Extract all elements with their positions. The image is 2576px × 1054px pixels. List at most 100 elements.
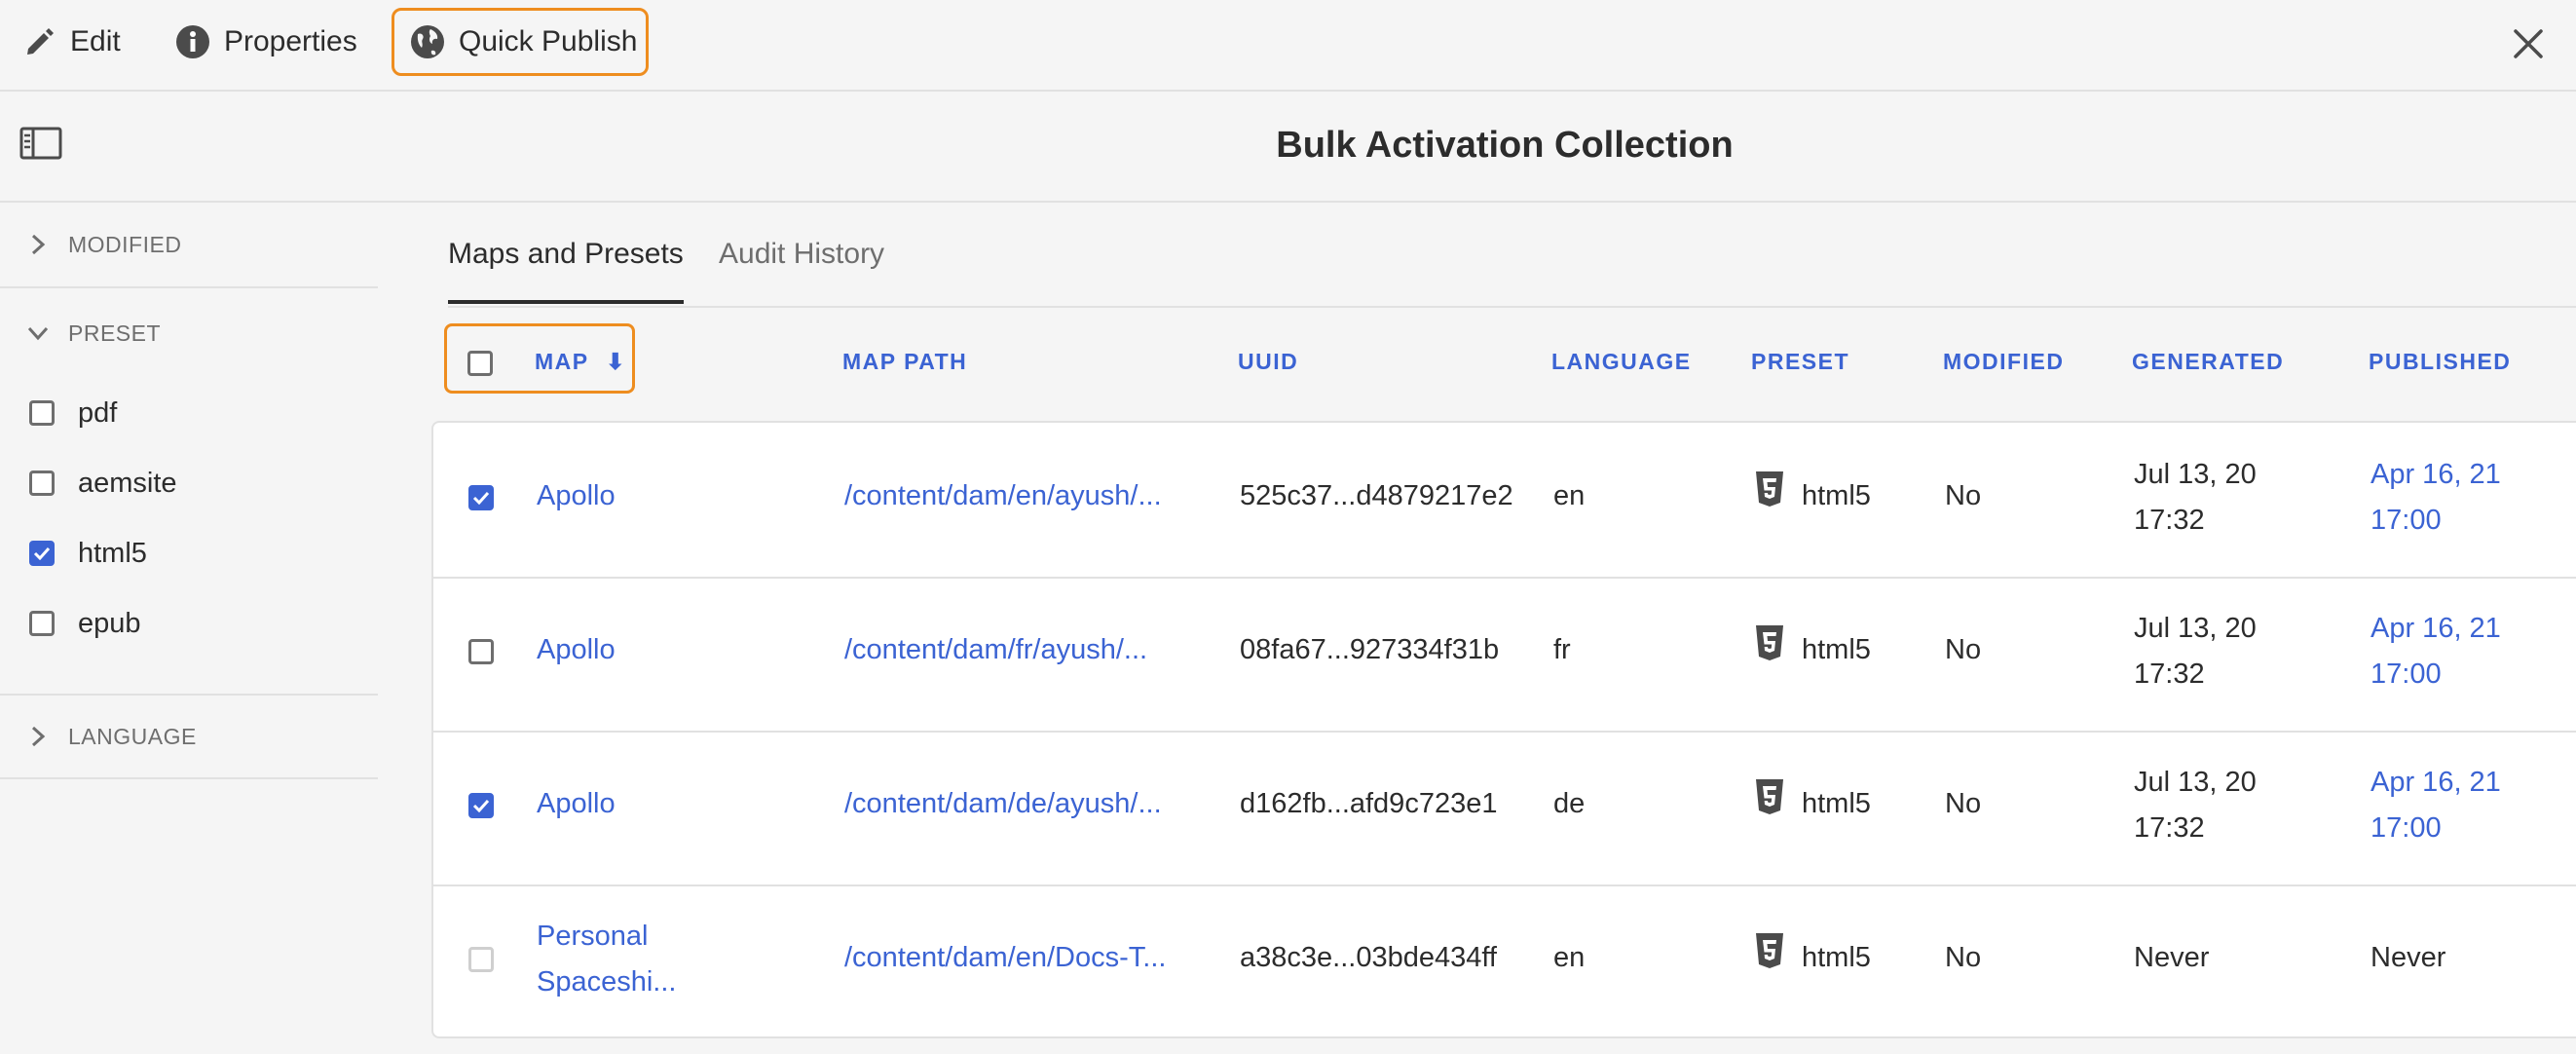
select-all-checkbox[interactable] bbox=[467, 351, 493, 376]
generated-time: 17:32 bbox=[2134, 505, 2205, 536]
filter-option-aemsite[interactable]: aemsite bbox=[29, 459, 177, 508]
filter-section-preset[interactable]: PRESET bbox=[0, 290, 378, 376]
table-header: MAP ⬇ MAP PATH UUID LANGUAGE PRESET MODI… bbox=[432, 308, 2576, 421]
html5-icon bbox=[1756, 625, 1783, 660]
filter-rail: MODIFIED PRESET pdf aemsite html5 epub L… bbox=[0, 203, 378, 1054]
filter-section-language[interactable]: LANGUAGE bbox=[0, 694, 378, 779]
checkmark-icon bbox=[472, 491, 490, 505]
map-title-link[interactable]: Personal Spaceshi... bbox=[537, 914, 676, 1005]
close-icon bbox=[2514, 29, 2543, 58]
column-header-map-path[interactable]: MAP PATH bbox=[842, 349, 967, 375]
language-value: en bbox=[1553, 480, 1586, 511]
uuid-value: d162fb...afd9c723e1 bbox=[1240, 788, 1498, 819]
modified-value: No bbox=[1945, 634, 1982, 665]
title-bar: Bulk Activation Collection bbox=[0, 92, 2576, 203]
published-link[interactable]: Apr 16, 21 17:00 bbox=[2371, 606, 2501, 697]
toggle-side-panel-button[interactable] bbox=[19, 127, 62, 162]
published-time: 17:00 bbox=[2371, 659, 2442, 690]
filter-option-label: html5 bbox=[78, 537, 147, 569]
globe-icon bbox=[408, 22, 447, 61]
map-title-link[interactable]: Apollo bbox=[537, 480, 616, 512]
published-link[interactable]: Apr 16, 21 17:00 bbox=[2371, 452, 2501, 544]
generated-value: Jul 13, 20 17:32 bbox=[2134, 760, 2257, 851]
filter-option-epub[interactable]: epub bbox=[29, 599, 141, 648]
filter-section-label: PRESET bbox=[68, 320, 162, 346]
modified-value: No bbox=[1945, 788, 1982, 819]
modified-value: No bbox=[1945, 942, 1982, 973]
preset-value: html5 bbox=[1802, 480, 1871, 511]
modified-value: No bbox=[1945, 480, 1982, 511]
column-header-generated[interactable]: GENERATED bbox=[2132, 349, 2284, 375]
row-checkbox-checked[interactable] bbox=[468, 793, 494, 818]
published-link[interactable]: Apr 16, 21 17:00 bbox=[2371, 760, 2501, 851]
uuid-value: a38c3e...03bde434ff bbox=[1240, 942, 1497, 973]
pencil-icon bbox=[19, 22, 58, 61]
side-panel-icon bbox=[19, 127, 62, 160]
table-row[interactable]: Apollo /content/dam/de/ayush/... d162fb.… bbox=[433, 731, 2576, 886]
table-row[interactable]: Personal Spaceshi... /content/dam/en/Doc… bbox=[433, 885, 2576, 1038]
map-path-link[interactable]: /content/dam/de/ayush/... bbox=[844, 788, 1162, 820]
uuid-value: 08fa67...927334f31b bbox=[1240, 634, 1500, 665]
column-header-preset[interactable]: PRESET bbox=[1751, 349, 1849, 375]
map-title-link[interactable]: Apollo bbox=[537, 788, 616, 820]
filter-section-modified[interactable]: MODIFIED bbox=[0, 203, 378, 288]
column-header-uuid[interactable]: UUID bbox=[1238, 349, 1298, 375]
properties-button[interactable]: Properties bbox=[173, 8, 357, 76]
published-value: Never bbox=[2371, 942, 2446, 973]
chevron-down-icon bbox=[23, 319, 53, 348]
table-body: Apollo /content/dam/en/ayush/... 525c37.… bbox=[431, 421, 2576, 1038]
checkbox-checked[interactable] bbox=[29, 541, 55, 566]
published-time: 17:00 bbox=[2371, 812, 2442, 844]
quick-publish-button[interactable]: Quick Publish bbox=[392, 8, 649, 76]
table-row[interactable]: Apollo /content/dam/en/ayush/... 525c37.… bbox=[433, 423, 2576, 579]
column-header-label: MAP bbox=[535, 349, 589, 374]
tab-maps-and-presets[interactable]: Maps and Presets bbox=[448, 238, 684, 304]
published-time: 17:00 bbox=[2371, 505, 2442, 536]
filter-option-html5[interactable]: html5 bbox=[29, 529, 147, 578]
column-header-map[interactable]: MAP ⬇ bbox=[535, 349, 626, 375]
action-bar: Edit Properties Quick Publish bbox=[0, 0, 2576, 92]
checkmark-icon bbox=[472, 799, 490, 812]
edit-button[interactable]: Edit bbox=[19, 8, 121, 76]
generated-value: Never bbox=[2134, 942, 2210, 973]
filter-section-label: MODIFIED bbox=[68, 231, 182, 257]
published-date: Apr 16, 21 bbox=[2371, 613, 2501, 644]
column-header-modified[interactable]: MODIFIED bbox=[1943, 349, 2064, 375]
uuid-value: 525c37...d4879217e2 bbox=[1240, 480, 1513, 511]
map-path-link[interactable]: /content/dam/en/ayush/... bbox=[844, 480, 1162, 512]
generated-value: Jul 13, 20 17:32 bbox=[2134, 606, 2257, 697]
column-header-published[interactable]: PUBLISHED bbox=[2369, 349, 2511, 375]
chevron-right-icon bbox=[23, 722, 53, 751]
filter-option-pdf[interactable]: pdf bbox=[29, 389, 117, 437]
html5-icon bbox=[1756, 779, 1783, 814]
row-checkbox[interactable] bbox=[468, 639, 494, 664]
checkbox[interactable] bbox=[29, 471, 55, 496]
close-button[interactable] bbox=[2504, 19, 2553, 68]
generated-time: 17:32 bbox=[2134, 812, 2205, 844]
checkbox[interactable] bbox=[29, 400, 55, 426]
info-icon bbox=[173, 22, 212, 61]
map-path-link[interactable]: /content/dam/fr/ayush/... bbox=[844, 634, 1147, 666]
checkbox[interactable] bbox=[29, 611, 55, 636]
properties-label: Properties bbox=[224, 25, 357, 57]
generated-time: 17:32 bbox=[2134, 659, 2205, 690]
preset-value: html5 bbox=[1802, 634, 1871, 665]
row-checkbox-checked[interactable] bbox=[468, 485, 494, 510]
language-value: de bbox=[1553, 788, 1586, 819]
language-value: fr bbox=[1553, 634, 1571, 665]
edit-label: Edit bbox=[70, 25, 121, 57]
filter-option-label: pdf bbox=[78, 396, 118, 429]
map-path-link[interactable]: /content/dam/en/Docs-T... bbox=[844, 942, 1166, 974]
preset-value: html5 bbox=[1802, 788, 1871, 819]
generated-value: Jul 13, 20 17:32 bbox=[2134, 452, 2257, 544]
tab-list: Maps and Presets Audit History bbox=[448, 203, 2576, 308]
preset-value: html5 bbox=[1802, 942, 1871, 973]
row-checkbox-disabled bbox=[468, 947, 494, 972]
tab-audit-history[interactable]: Audit History bbox=[719, 238, 884, 300]
column-header-language[interactable]: LANGUAGE bbox=[1551, 349, 1692, 375]
table-row[interactable]: Apollo /content/dam/fr/ayush/... 08fa67.… bbox=[433, 577, 2576, 733]
generated-date: Jul 13, 20 bbox=[2134, 613, 2257, 644]
published-date: Apr 16, 21 bbox=[2371, 459, 2501, 490]
map-title-link[interactable]: Apollo bbox=[537, 634, 616, 666]
published-date: Apr 16, 21 bbox=[2371, 767, 2501, 798]
